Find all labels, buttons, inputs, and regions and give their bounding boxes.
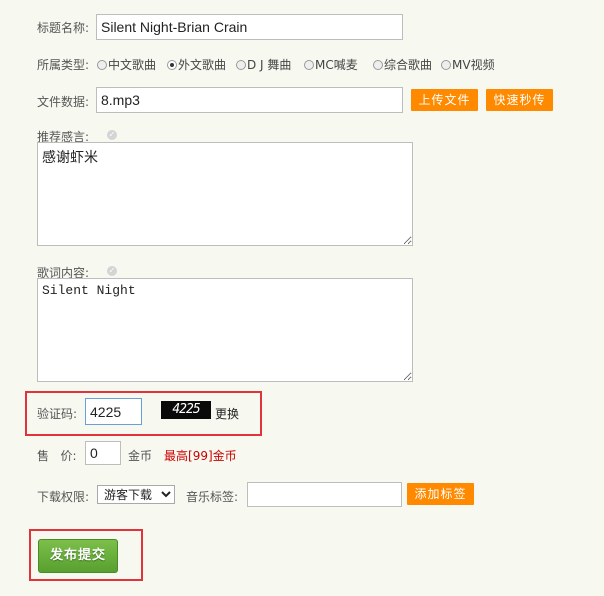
- price-max-suffix: 金币: [212, 449, 237, 463]
- submit-button[interactable]: 发布提交: [38, 539, 118, 573]
- price-input[interactable]: [85, 441, 121, 465]
- captcha-input[interactable]: [85, 398, 142, 425]
- price-max-prefix: 最高: [164, 449, 189, 463]
- type-radio-dj[interactable]: D J 舞曲: [236, 56, 291, 73]
- type-option-label: D J 舞曲: [247, 58, 292, 72]
- captcha-image[interactable]: 4225: [161, 401, 211, 419]
- music-tag-input[interactable]: [247, 482, 402, 507]
- type-radio-chinese[interactable]: 中文歌曲: [97, 56, 156, 73]
- check-circle-icon: ✓: [107, 130, 117, 140]
- price-label: 售 价:: [37, 449, 77, 463]
- radio-circle[interactable]: [441, 60, 451, 70]
- check-circle-icon: ✓: [107, 266, 117, 276]
- type-option-label: MV视频: [452, 58, 495, 72]
- type-option-label: 中文歌曲: [108, 58, 157, 72]
- file-label: 文件数据:: [37, 95, 90, 109]
- type-option-label: MC喊麦: [315, 58, 358, 72]
- file-input[interactable]: [96, 87, 403, 113]
- type-radio-mc[interactable]: MC喊麦: [304, 56, 358, 73]
- type-label: 所属类型:: [37, 58, 90, 72]
- download-permission-label: 下载权限:: [37, 490, 90, 504]
- captcha-label: 验证码:: [37, 407, 78, 421]
- type-option-label: 综合歌曲: [384, 58, 433, 72]
- radio-circle-checked[interactable]: [167, 60, 177, 70]
- music-tag-label: 音乐标签:: [186, 490, 239, 504]
- type-radio-foreign[interactable]: 外文歌曲: [167, 56, 226, 73]
- price-unit: 金币: [128, 449, 153, 463]
- title-input[interactable]: [96, 14, 403, 40]
- type-option-label: 外文歌曲: [178, 58, 227, 72]
- radio-circle[interactable]: [373, 60, 383, 70]
- price-max-note: 最高[99]金币: [164, 447, 237, 464]
- type-radio-mixed[interactable]: 综合歌曲: [373, 56, 432, 73]
- quick-upload-button[interactable]: 快速秒传: [486, 89, 553, 111]
- captcha-refresh-link[interactable]: 更换: [215, 405, 239, 422]
- lyrics-textarea[interactable]: Silent Night: [37, 278, 413, 382]
- recommend-textarea[interactable]: 感谢虾米: [37, 142, 413, 246]
- price-max-value: [99]: [188, 449, 213, 463]
- title-label: 标题名称:: [37, 21, 90, 35]
- radio-circle[interactable]: [304, 60, 314, 70]
- radio-circle[interactable]: [97, 60, 107, 70]
- radio-circle[interactable]: [236, 60, 246, 70]
- upload-file-button[interactable]: 上传文件: [411, 89, 478, 111]
- type-radio-mv[interactable]: MV视频: [441, 56, 495, 73]
- add-tag-button[interactable]: 添加标签: [407, 483, 474, 505]
- download-permission-select[interactable]: 游客下载: [97, 485, 175, 504]
